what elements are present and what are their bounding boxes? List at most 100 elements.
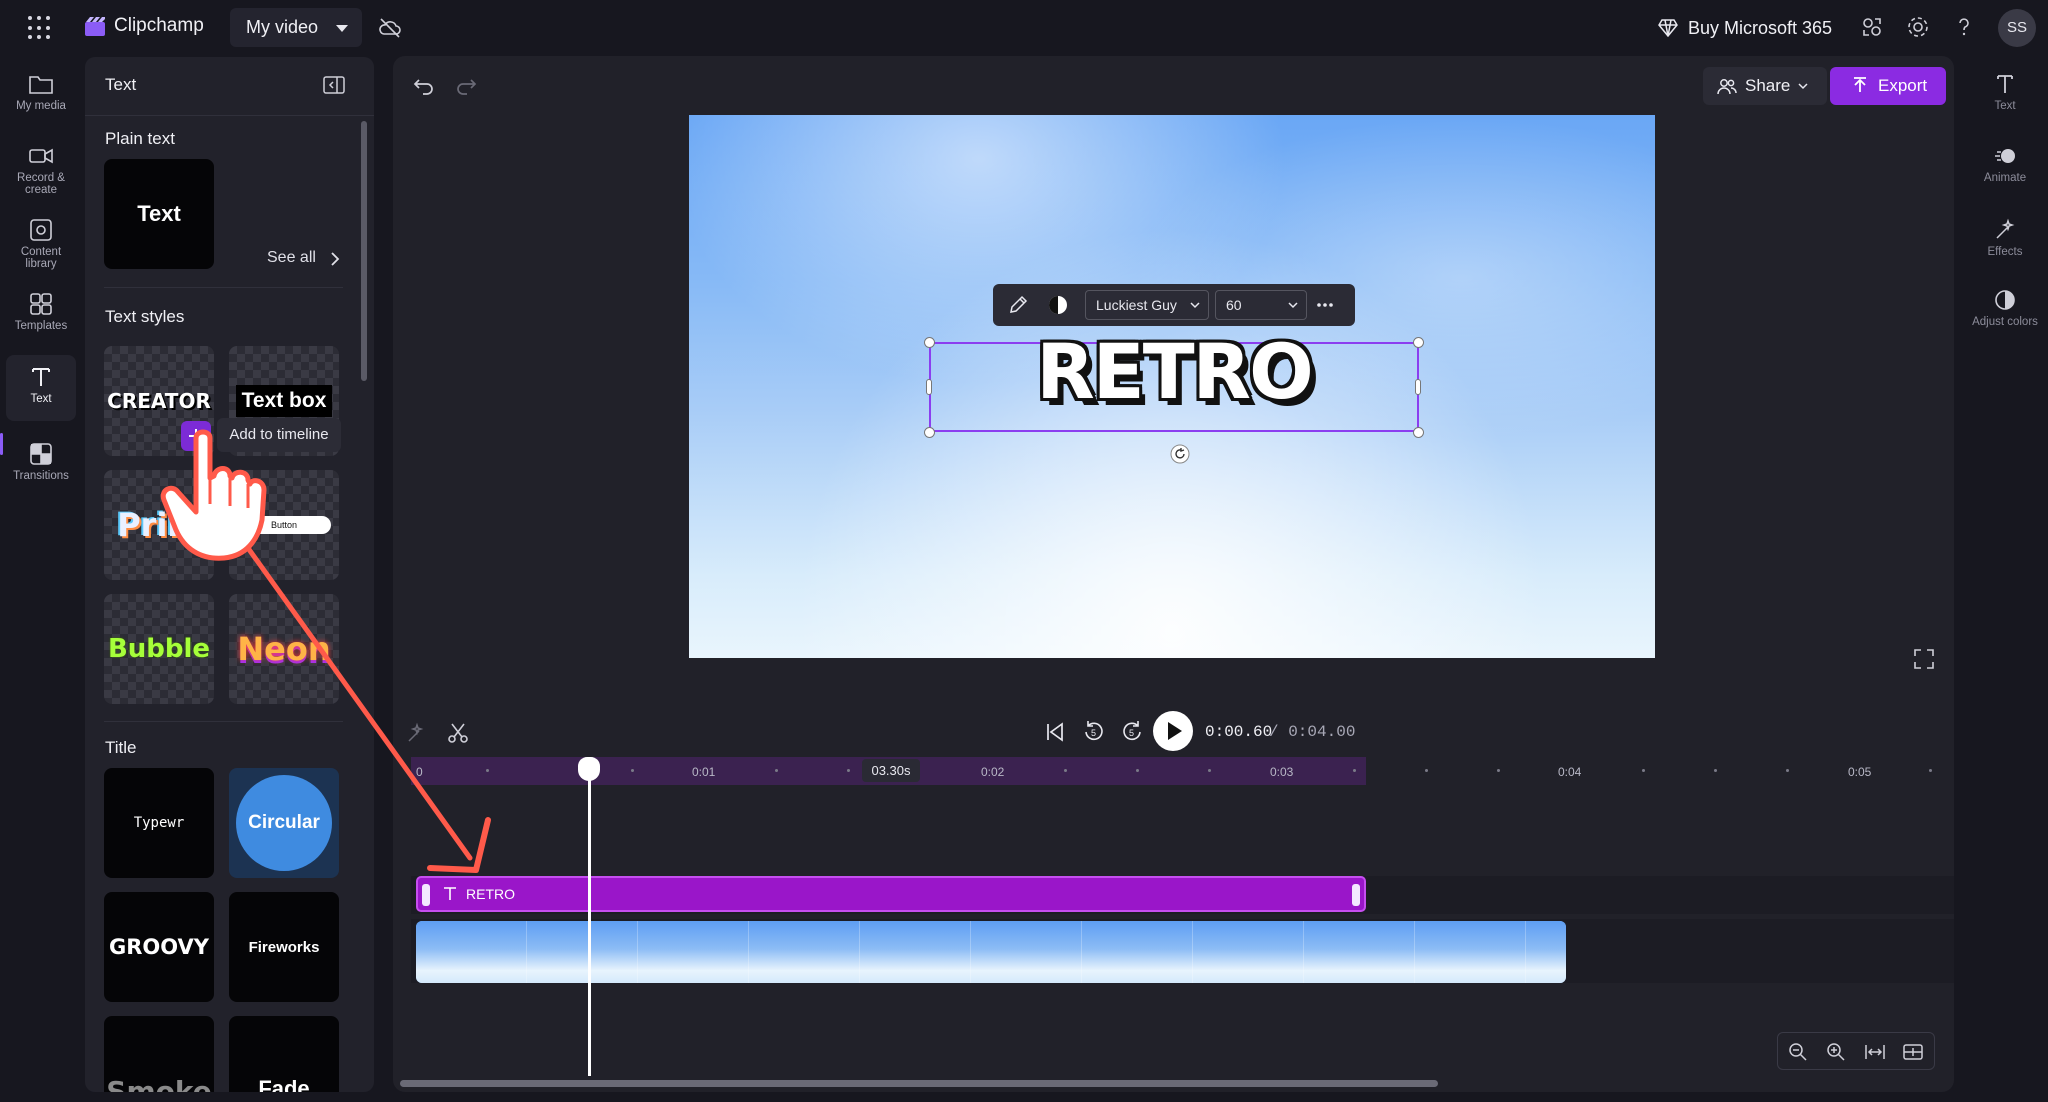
title-tile-smoke[interactable]: Smoke: [104, 1016, 214, 1092]
ruler-tick-label: 0:03: [1270, 765, 1294, 779]
title-tile-fireworks[interactable]: Fireworks: [229, 892, 339, 1002]
resize-handle[interactable]: [924, 337, 935, 348]
canvas-text-retro[interactable]: RETRO: [1034, 327, 1314, 416]
help-icon[interactable]: [1950, 13, 1978, 41]
nav-my-media[interactable]: My media: [6, 68, 76, 124]
ruler-tick-label: 0:05: [1848, 765, 1872, 779]
clip-trim-handle-left[interactable]: [422, 884, 430, 906]
ruler-tick-label: 0:02: [981, 765, 1005, 779]
resize-handle[interactable]: [924, 427, 935, 438]
people-connect-icon[interactable]: [1858, 13, 1886, 41]
plain-text-tile[interactable]: Text: [104, 159, 214, 269]
avatar[interactable]: SS: [1998, 9, 2036, 47]
prop-adjust-colors[interactable]: Adjust colors: [1970, 288, 2040, 328]
prop-label: Effects: [1987, 246, 2023, 258]
video-frame-thumbnail: [1304, 921, 1415, 983]
tile-label: Circular: [248, 812, 320, 833]
scissors-icon[interactable]: [446, 721, 470, 745]
clip-trim-handle-right[interactable]: [1352, 884, 1360, 906]
panel-title: Text: [105, 75, 137, 94]
prop-effects[interactable]: Effects: [1970, 218, 2040, 258]
font-size-select[interactable]: 60: [1215, 290, 1307, 320]
undo-icon[interactable]: [411, 72, 437, 98]
pencil-icon[interactable]: [1007, 294, 1029, 316]
rewind-5-button[interactable]: 5: [1080, 718, 1108, 746]
nav-content-library[interactable]: Content library: [6, 214, 76, 278]
timeline-layout-icon[interactable]: [1902, 1042, 1924, 1062]
skip-to-start-icon[interactable]: [1043, 720, 1067, 744]
share-label: Share: [1745, 76, 1791, 95]
text-clip-retro[interactable]: RETRO: [416, 876, 1366, 912]
title-heading: Title: [105, 738, 137, 757]
gear-icon[interactable]: [1904, 13, 1932, 41]
color-contrast-icon[interactable]: [1047, 294, 1069, 316]
add-to-timeline-button[interactable]: [181, 421, 211, 451]
resize-handle[interactable]: [1413, 427, 1424, 438]
prop-animate[interactable]: Animate: [1970, 144, 2040, 184]
font-size-value: 60: [1226, 297, 1242, 313]
prop-text[interactable]: Text: [1970, 72, 2040, 112]
panel-scrollbar[interactable]: [361, 121, 367, 381]
export-button[interactable]: Export: [1830, 67, 1946, 105]
nav-record-create[interactable]: Record & create: [6, 140, 76, 204]
nav-label: Content library: [20, 246, 62, 270]
cloud-off-icon[interactable]: [376, 14, 404, 42]
ruler-tick: [1425, 769, 1428, 772]
nav-transitions[interactable]: Transitions: [6, 438, 76, 494]
zoom-in-icon[interactable]: [1826, 1042, 1846, 1062]
project-name: My video: [246, 17, 319, 37]
magic-wand-icon[interactable]: [405, 721, 429, 745]
text-format-toolbar: Luckiest Guy 60: [993, 284, 1355, 326]
buy-label: Buy Microsoft 365: [1688, 17, 1833, 38]
playhead-handle[interactable]: [578, 757, 600, 781]
clipchamp-app: Clipchamp My video Buy Microsoft 365 SS …: [0, 0, 2048, 1102]
font-value: Luckiest Guy: [1096, 297, 1177, 313]
style-tile-neon[interactable]: Neon: [229, 594, 339, 704]
fit-to-width-icon[interactable]: [1864, 1042, 1886, 1062]
right-properties-nav: Text Animate Effects Adjust colors: [1962, 56, 2048, 1102]
camera-icon: [29, 148, 53, 164]
nav-templates[interactable]: Templates: [6, 288, 76, 344]
title-tile-fade[interactable]: Fade: [229, 1016, 339, 1092]
clip-label: RETRO: [466, 886, 515, 902]
chevron-down-icon: [1288, 302, 1298, 309]
adjust-colors-icon: [1995, 290, 2015, 310]
collapse-panel-icon[interactable]: [323, 75, 345, 95]
style-tile-bubble[interactable]: Bubble: [104, 594, 214, 704]
forward-5-button[interactable]: 5: [1118, 718, 1146, 746]
resize-handle[interactable]: [1415, 379, 1421, 395]
more-options-icon[interactable]: [1315, 296, 1335, 314]
share-button[interactable]: Share: [1703, 67, 1827, 105]
buy-microsoft-365-button[interactable]: Buy Microsoft 365: [1658, 14, 1832, 42]
title-tile-circular[interactable]: Circular: [229, 768, 339, 878]
prop-label: Animate: [1983, 172, 2027, 184]
ruler-tick: [1208, 769, 1211, 772]
fullscreen-icon[interactable]: [1913, 648, 1935, 670]
app-launcher-icon[interactable]: [28, 16, 52, 40]
zoom-out-icon[interactable]: [1788, 1042, 1808, 1062]
text-icon: [444, 887, 456, 900]
timeline-scrollbar[interactable]: [400, 1080, 1438, 1087]
skip-seconds: 5: [1129, 728, 1135, 738]
title-tile-typewriter[interactable]: Typewr: [104, 768, 214, 878]
style-tile-button[interactable]: Button: [229, 470, 339, 580]
see-all-link[interactable]: See all: [267, 249, 316, 267]
play-button[interactable]: [1153, 711, 1193, 751]
timeline-zoom-controls: [1777, 1032, 1935, 1070]
font-family-select[interactable]: Luckiest Guy: [1085, 290, 1209, 320]
ruler-tick: [1714, 769, 1717, 772]
library-icon: [30, 219, 52, 241]
tile-label: Button: [236, 516, 332, 534]
folder-icon: [29, 76, 53, 94]
project-name-dropdown[interactable]: My video: [230, 8, 362, 47]
chevron-right-icon[interactable]: [328, 251, 342, 267]
ruler-tick: [486, 769, 489, 772]
redo-icon[interactable]: [453, 72, 479, 98]
style-tile-prim[interactable]: Prim: [104, 470, 214, 580]
resize-handle[interactable]: [1413, 337, 1424, 348]
rotate-icon[interactable]: [1170, 444, 1190, 464]
title-tile-groovy[interactable]: GROOVY: [104, 892, 214, 1002]
resize-handle[interactable]: [926, 379, 932, 395]
ruler-tick: [631, 769, 634, 772]
nav-text[interactable]: Text: [6, 355, 76, 421]
